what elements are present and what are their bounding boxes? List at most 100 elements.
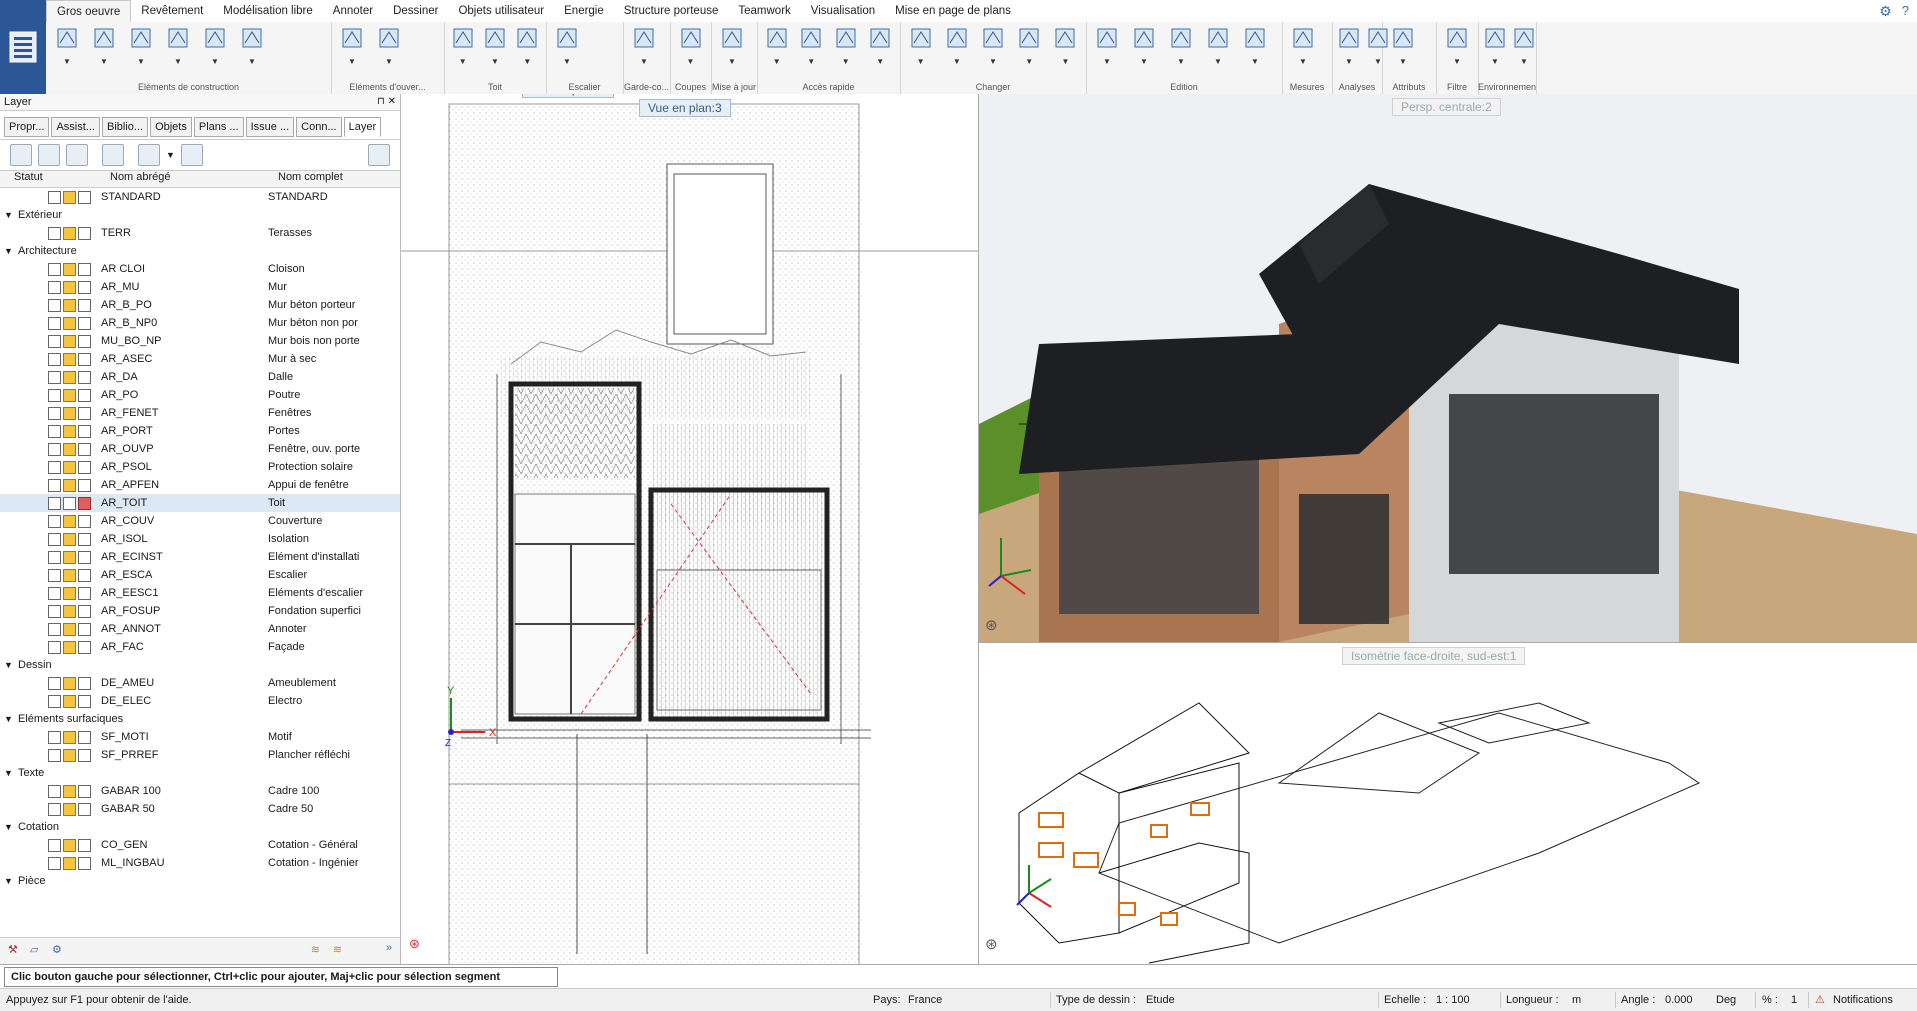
layer-status-box[interactable] <box>48 479 61 492</box>
layer-status-box[interactable] <box>63 461 76 474</box>
status-angle[interactable]: 0.000 <box>1665 989 1693 1011</box>
layer-status-toggles[interactable] <box>48 587 91 600</box>
layer-status-box[interactable] <box>63 695 76 708</box>
layer-row[interactable]: DE_ELEC Electro <box>0 692 400 710</box>
panel-tab-2[interactable]: Biblio... <box>101 117 149 137</box>
tab-mise-en-page-de-plans[interactable]: Mise en page de plans <box>885 0 1021 22</box>
layers-icon[interactable]: ≋ <box>311 943 320 956</box>
layer-status-box[interactable] <box>48 677 61 690</box>
ribbon-tool-button[interactable]: ▼ <box>904 25 937 69</box>
expand-caret-icon[interactable]: ▼ <box>4 818 13 836</box>
chevron-down-icon[interactable]: ▼ <box>1374 57 1382 66</box>
layer-group[interactable]: ▼ Dessin <box>0 656 400 674</box>
ribbon-tool-button[interactable]: ▼ <box>627 25 661 69</box>
layer-status-toggles[interactable] <box>48 191 91 204</box>
layer-row[interactable]: AR_ECINST Elément d'installati <box>0 548 400 566</box>
refresh-layers-button[interactable] <box>102 144 124 166</box>
layer-status-box[interactable] <box>48 497 61 510</box>
layer-status-box[interactable] <box>78 749 91 762</box>
layer-status-box[interactable] <box>63 191 76 204</box>
layer-status-box[interactable] <box>48 641 61 654</box>
expand-caret-icon[interactable]: ▼ <box>4 656 13 674</box>
ribbon-tool-button[interactable]: ▼ <box>372 25 406 69</box>
layer-status-box[interactable] <box>78 443 91 456</box>
layer-status-box[interactable] <box>63 479 76 492</box>
expand-caret-icon[interactable]: ▼ <box>4 206 13 224</box>
status-type[interactable]: Etude <box>1146 989 1175 1011</box>
layer-group[interactable]: ▼ Pièce <box>0 872 400 888</box>
filter-icon[interactable]: ⚙ <box>52 943 62 956</box>
layer-row[interactable]: TERR Terasses <box>0 224 400 242</box>
layer-status-toggles[interactable] <box>48 677 91 690</box>
navigation-icon[interactable]: ⊛ <box>409 936 420 952</box>
layer-status-box[interactable] <box>63 587 76 600</box>
chevron-down-icon[interactable]: ▼ <box>1025 57 1033 66</box>
ribbon-tool-button[interactable]: ▼ <box>1336 25 1362 69</box>
ribbon-tool-button[interactable]: ▼ <box>335 25 369 69</box>
layer-status-toggles[interactable] <box>48 317 91 330</box>
tab-rev-tement[interactable]: Revêtement <box>131 0 213 22</box>
layer-status-box[interactable] <box>48 425 61 438</box>
chevron-down-icon[interactable]: ▼ <box>1214 57 1222 66</box>
layer-row[interactable]: AR_PSOL Protection solaire <box>0 458 400 476</box>
layer-row[interactable]: AR_FAC Façade <box>0 638 400 656</box>
layer-status-toggles[interactable] <box>48 371 91 384</box>
remove-layer-button[interactable] <box>38 144 60 166</box>
layer-status-toggles[interactable] <box>48 227 91 240</box>
layer-status-box[interactable] <box>78 551 91 564</box>
ribbon-tool-button[interactable]: ▼ <box>124 25 158 69</box>
layer-status-toggles[interactable] <box>48 515 91 528</box>
layer-row[interactable]: GABAR 50 Cadre 50 <box>0 800 400 818</box>
layer-status-toggles[interactable] <box>48 785 91 798</box>
ribbon-tool-button[interactable]: ▼ <box>550 25 584 69</box>
ribbon-tool-button[interactable]: ▼ <box>161 25 195 69</box>
layer-row[interactable]: AR_FENET Fenêtres <box>0 404 400 422</box>
layer-status-box[interactable] <box>63 803 76 816</box>
layer-status-toggles[interactable] <box>48 479 91 492</box>
layer-status-box[interactable] <box>48 389 61 402</box>
layer-row[interactable]: AR_PO Poutre <box>0 386 400 404</box>
layers-visible-icon[interactable]: ≋ <box>333 943 342 956</box>
layer-status-box[interactable] <box>78 803 91 816</box>
layer-status-toggles[interactable] <box>48 335 91 348</box>
chevron-down-icon[interactable]: ▼ <box>348 57 356 66</box>
chevron-down-icon[interactable]: ▼ <box>385 57 393 66</box>
chevron-down-icon[interactable]: ▼ <box>1345 57 1353 66</box>
help-icon[interactable]: ? <box>1902 3 1909 20</box>
chevron-down-icon[interactable]: ▼ <box>100 57 108 66</box>
tab-dessiner[interactable]: Dessiner <box>383 0 448 22</box>
layer-status-box[interactable] <box>63 317 76 330</box>
stop-button[interactable] <box>180 144 203 166</box>
layer-status-box[interactable] <box>78 497 91 510</box>
ribbon-tool-button[interactable]: ▼ <box>513 25 542 69</box>
layer-status-toggles[interactable] <box>48 461 91 474</box>
ribbon-tool-button[interactable]: ▼ <box>1013 25 1046 69</box>
ribbon-tool-button[interactable]: ▼ <box>1440 25 1474 69</box>
chevron-down-icon[interactable]: ▼ <box>1140 57 1148 66</box>
panel-tab-5[interactable]: Issue ... <box>245 117 295 137</box>
layer-status-box[interactable] <box>63 281 76 294</box>
layer-row[interactable]: CO_GEN Cotation - Général <box>0 836 400 854</box>
chevron-down-icon[interactable]: ▼ <box>248 57 256 66</box>
chevron-down-icon[interactable]: ▼ <box>773 57 781 66</box>
layer-row[interactable]: STANDARD STANDARD <box>0 188 400 206</box>
layer-row[interactable]: ML_INGBAU Cotation - Ingénier <box>0 854 400 872</box>
ribbon-tool-button[interactable]: ▼ <box>1386 25 1420 69</box>
tab-structure-porteuse[interactable]: Structure porteuse <box>614 0 729 22</box>
tab-objets-utilisateur[interactable]: Objets utilisateur <box>448 0 554 22</box>
layer-status-box[interactable] <box>48 461 61 474</box>
panel-tab-3[interactable]: Objets <box>150 117 192 137</box>
col-short-name[interactable]: Nom abrégé <box>104 171 270 187</box>
ribbon-tool-button[interactable]: ▼ <box>830 25 862 69</box>
ribbon-tool-button[interactable]: ▼ <box>1049 25 1082 69</box>
layer-status-box[interactable] <box>63 497 76 510</box>
ribbon-tool-button[interactable]: ▼ <box>1238 25 1272 69</box>
layer-row[interactable]: SF_PRREF Plancher réfléchi <box>0 746 400 764</box>
ribbon-tool-button[interactable]: ▼ <box>865 25 897 69</box>
layer-status-box[interactable] <box>78 479 91 492</box>
layer-status-box[interactable] <box>48 695 61 708</box>
layer-status-box[interactable] <box>63 731 76 744</box>
layer-status-box[interactable] <box>48 857 61 870</box>
layer-row[interactable]: AR_OUVP Fenêtre, ouv. porte <box>0 440 400 458</box>
col-full-name[interactable]: Nom complet <box>270 171 343 187</box>
